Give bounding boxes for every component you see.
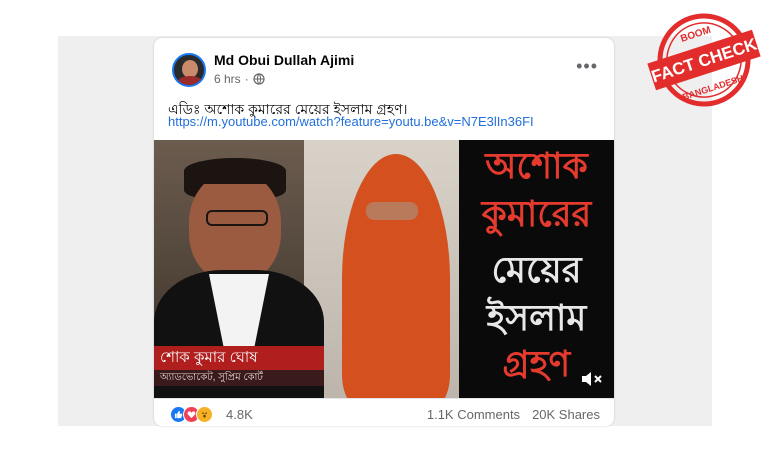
more-options-icon[interactable]: •••: [576, 56, 598, 77]
wow-icon: [196, 406, 213, 423]
shares-count[interactable]: 20K Shares: [532, 407, 600, 422]
video-title-line: মেয়ের: [491, 249, 582, 290]
video-title-line: অশোক: [485, 145, 588, 186]
post-time[interactable]: 6 hrs: [214, 72, 241, 86]
video-subbanner: অ্যাডভোকেট, সুপ্রিম কোর্ট: [154, 370, 324, 386]
reaction-icons[interactable]: [170, 406, 213, 423]
post-link[interactable]: https://m.youtube.com/watch?feature=yout…: [168, 114, 534, 129]
stamp-top-text: BOOM: [679, 25, 712, 45]
woman-figure-eyes: [366, 202, 418, 220]
post-meta: 6 hrs ·: [214, 72, 265, 86]
post-author[interactable]: Md Obui Dullah Ajimi: [214, 52, 354, 68]
video-player[interactable]: শোক কুমার ঘোষ অ্যাডভোকেট, সুপ্রিম কোর্ট …: [154, 140, 614, 398]
video-name-banner: শোক কুমার ঘোষ: [154, 346, 324, 370]
comments-count[interactable]: 1.1K Comments: [427, 407, 520, 422]
facebook-post: Md Obui Dullah Ajimi 6 hrs · ••• এডিঃ অশ…: [154, 38, 614, 426]
man-figure-head: [189, 172, 281, 282]
post-footer: 4.8K 1.1K Comments 20K Shares: [154, 398, 614, 426]
globe-icon: [253, 73, 265, 85]
video-title-line: কুমারের: [481, 193, 592, 234]
reaction-count[interactable]: 4.8K: [226, 407, 253, 422]
video-title-line: ইসলাম: [486, 297, 587, 338]
man-figure-glasses: [206, 210, 268, 226]
mute-icon[interactable]: [580, 370, 604, 388]
engagement-counts: 1.1K Comments 20K Shares: [427, 407, 600, 422]
woman-figure-hijab: [342, 154, 450, 398]
fact-check-stamp: FACT CHECK BOOM BANGLADESH: [645, 6, 763, 114]
avatar[interactable]: [172, 53, 206, 87]
man-figure-hair-top: [184, 158, 286, 184]
